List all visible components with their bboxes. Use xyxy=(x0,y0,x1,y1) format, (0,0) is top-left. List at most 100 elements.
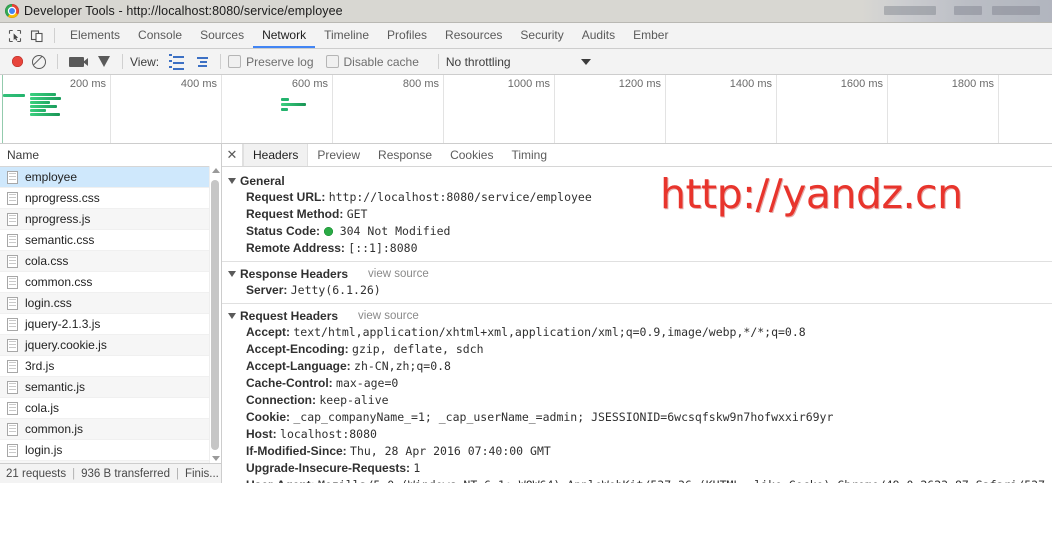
list-item[interactable]: cola.js xyxy=(0,398,221,419)
list-item[interactable]: jquery.cookie.js xyxy=(0,335,221,356)
list-item[interactable]: common.css xyxy=(0,272,221,293)
section-response-headers-header[interactable]: Response Headers view source xyxy=(222,265,1052,282)
header-key: Accept: xyxy=(246,325,291,339)
request-name: common.js xyxy=(25,422,84,436)
column-header-name[interactable]: Name xyxy=(0,144,221,167)
status-separator: | xyxy=(72,467,76,480)
tabstrip-divider xyxy=(54,28,55,43)
header-row: Host: localhost:8080 xyxy=(222,426,1052,443)
disable-cache-box xyxy=(325,55,339,68)
tab-network[interactable]: Network xyxy=(253,23,316,48)
tab-audits[interactable]: Audits xyxy=(573,23,624,48)
network-overview[interactable]: 200 ms 400 ms 600 ms 800 ms 1000 ms 1200… xyxy=(0,75,1052,144)
ruler-tick-200: 200 ms xyxy=(69,78,106,90)
list-item[interactable]: login.js xyxy=(0,440,221,461)
disable-cache-label: Disable cache xyxy=(343,54,419,69)
header-value: localhost:8080 xyxy=(280,427,377,441)
header-key: Accept-Language: xyxy=(246,359,351,373)
tab-timeline[interactable]: Timeline xyxy=(315,23,378,48)
section-general: General Request URL: http://localhost:80… xyxy=(222,172,1052,257)
scroll-down-icon[interactable] xyxy=(211,456,220,461)
list-item[interactable]: login.css xyxy=(0,293,221,314)
preserve-log-box xyxy=(228,55,242,68)
document-icon xyxy=(7,233,18,247)
tab-console[interactable]: Console xyxy=(129,23,191,48)
header-row: Accept: text/html,application/xhtml+xml,… xyxy=(222,324,1052,341)
status-requests: 21 requests xyxy=(6,467,67,480)
scrollbar-thumb[interactable] xyxy=(211,180,219,450)
header-value: gzip, deflate, sdch xyxy=(352,342,484,356)
request-list-scrollbar[interactable] xyxy=(209,166,221,463)
status-bar: 21 requests | 936 B transferred | Finis.… xyxy=(0,463,221,483)
header-row: If-Modified-Since: Thu, 28 Apr 2016 07:4… xyxy=(222,443,1052,460)
list-item[interactable]: semantic.js xyxy=(0,377,221,398)
tab-timing[interactable]: Timing xyxy=(502,144,556,166)
capture-screenshots-icon[interactable] xyxy=(65,51,88,73)
document-icon xyxy=(7,359,18,373)
header-value: text/html,application/xhtml+xml,applicat… xyxy=(293,325,806,339)
view-source-link[interactable]: view source xyxy=(368,268,429,280)
divider xyxy=(222,303,1052,304)
list-item[interactable]: common.js xyxy=(0,419,221,440)
ruler-tick-400: 400 ms xyxy=(180,78,217,90)
list-item[interactable]: nprogress.css xyxy=(0,188,221,209)
scroll-up-icon[interactable] xyxy=(211,168,220,173)
triangle-down-icon[interactable] xyxy=(228,177,236,184)
header-value: GET xyxy=(346,207,368,221)
toggle-device-toolbar-icon[interactable] xyxy=(26,25,48,47)
list-item[interactable]: employee xyxy=(0,167,221,188)
header-row: Remote Address: [::1]:8080 xyxy=(222,240,1052,257)
tab-profiles[interactable]: Profiles xyxy=(378,23,436,48)
record-button-icon[interactable] xyxy=(6,51,28,73)
list-item[interactable]: cola.css xyxy=(0,251,221,272)
overview-bar xyxy=(30,109,46,112)
list-item[interactable]: 3rd.js xyxy=(0,356,221,377)
tab-sources[interactable]: Sources xyxy=(191,23,253,48)
caret-down-icon[interactable] xyxy=(580,58,591,65)
triangle-down-icon[interactable] xyxy=(228,312,236,319)
list-item[interactable]: semantic.css xyxy=(0,230,221,251)
view-list-icon[interactable] xyxy=(165,51,187,73)
throttling-select[interactable]: No throttling xyxy=(446,55,511,69)
tab-elements[interactable]: Elements xyxy=(61,23,129,48)
header-value: Jetty(6.1.26) xyxy=(290,283,381,297)
disable-cache-checkbox[interactable]: Disable cache xyxy=(325,54,419,69)
tab-security[interactable]: Security xyxy=(511,23,572,48)
document-icon xyxy=(7,401,18,415)
tab-ember[interactable]: Ember xyxy=(624,23,677,48)
close-icon[interactable]: ✕ xyxy=(222,144,243,166)
tab-response[interactable]: Response xyxy=(369,144,441,166)
document-icon xyxy=(7,170,18,184)
tab-cookies[interactable]: Cookies xyxy=(441,144,502,166)
tab-headers[interactable]: Headers xyxy=(243,144,309,166)
header-row: Cache-Control: max-age=0 xyxy=(222,375,1052,392)
overview-bar xyxy=(281,103,306,106)
details-tab-bar: ✕ Headers Preview Response Cookies Timin… xyxy=(222,144,1052,167)
section-general-header[interactable]: General xyxy=(222,172,1052,189)
section-request-headers-header[interactable]: Request Headers view source xyxy=(222,307,1052,324)
list-item[interactable]: nprogress.js xyxy=(0,209,221,230)
tab-resources[interactable]: Resources xyxy=(436,23,511,48)
view-source-link[interactable]: view source xyxy=(358,310,419,322)
header-key: Upgrade-Insecure-Requests: xyxy=(246,461,411,475)
header-key: Accept-Encoding: xyxy=(246,342,349,356)
tab-preview[interactable]: Preview xyxy=(308,144,369,166)
header-value: max-age=0 xyxy=(336,376,399,390)
list-item[interactable]: logo.png xyxy=(0,461,221,463)
clear-icon[interactable] xyxy=(28,51,50,73)
triangle-down-icon[interactable] xyxy=(228,270,236,277)
headers-content[interactable]: General Request URL: http://localhost:80… xyxy=(222,167,1052,483)
filter-icon[interactable] xyxy=(93,51,115,73)
header-key: Connection: xyxy=(246,393,316,407)
status-transferred: 936 B transferred xyxy=(81,467,170,480)
status-ok-icon xyxy=(324,227,334,236)
list-item[interactable]: jquery-2.1.3.js xyxy=(0,314,221,335)
inspect-element-icon[interactable] xyxy=(4,25,26,47)
request-name: jquery.cookie.js xyxy=(25,338,107,352)
requests-panel: Name employee nprogress.css nprogress.js… xyxy=(0,144,222,483)
request-list[interactable]: employee nprogress.css nprogress.js sema… xyxy=(0,167,221,463)
preserve-log-checkbox[interactable]: Preserve log xyxy=(228,55,314,69)
document-icon xyxy=(7,380,18,394)
view-waterfall-icon[interactable] xyxy=(191,51,213,73)
section-response-headers: Response Headers view source Server: Jet… xyxy=(222,265,1052,299)
